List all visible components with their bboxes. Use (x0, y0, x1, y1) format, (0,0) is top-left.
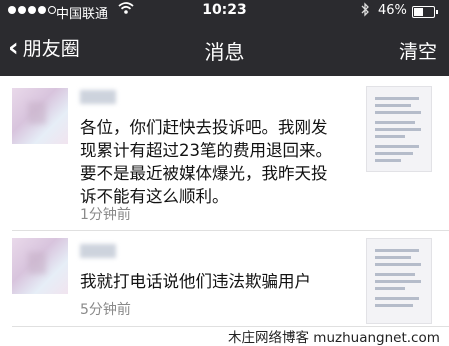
list-item[interactable]: 各位，你们赶快去投诉吧。我刚发现累计有超过23笔的费用退回来。要不是最近被媒体爆… (0, 76, 449, 228)
status-bar: 中国联通 10:23 46% (0, 0, 449, 22)
battery-icon (412, 6, 438, 18)
message-time: 1分钟前 (80, 207, 131, 223)
attachment-thumbnail[interactable] (366, 238, 432, 324)
divider (12, 230, 449, 231)
clear-button[interactable]: 清空 (399, 37, 437, 64)
avatar[interactable] (12, 88, 68, 144)
navigation-bar: ‹ 朋友圈 消息 清空 (0, 24, 449, 76)
sender-name-blurred (80, 244, 116, 258)
sender-name-blurred (80, 90, 116, 104)
message-text: 各位，你们赶快去投诉吧。我刚发现累计有超过23笔的费用退回来。要不是最近被媒体爆… (80, 118, 332, 206)
watermark-text: 木庄网络博客 muzhuangnet.com (228, 330, 440, 346)
page-title: 消息 (204, 40, 245, 64)
message-text: 我就打电话说他们违法欺骗用户 (80, 272, 311, 291)
top-bar: 中国联通 10:23 46% ‹ 朋友圈 消息 清空 (0, 0, 449, 76)
avatar[interactable] (12, 238, 68, 294)
bluetooth-icon (360, 2, 370, 21)
attachment-thumbnail[interactable] (366, 86, 432, 172)
battery-percent: 46% (378, 3, 407, 18)
message-time: 5分钟前 (80, 302, 131, 318)
list-item[interactable]: 我就打电话说他们违法欺骗用户 5分钟前 (0, 232, 449, 326)
